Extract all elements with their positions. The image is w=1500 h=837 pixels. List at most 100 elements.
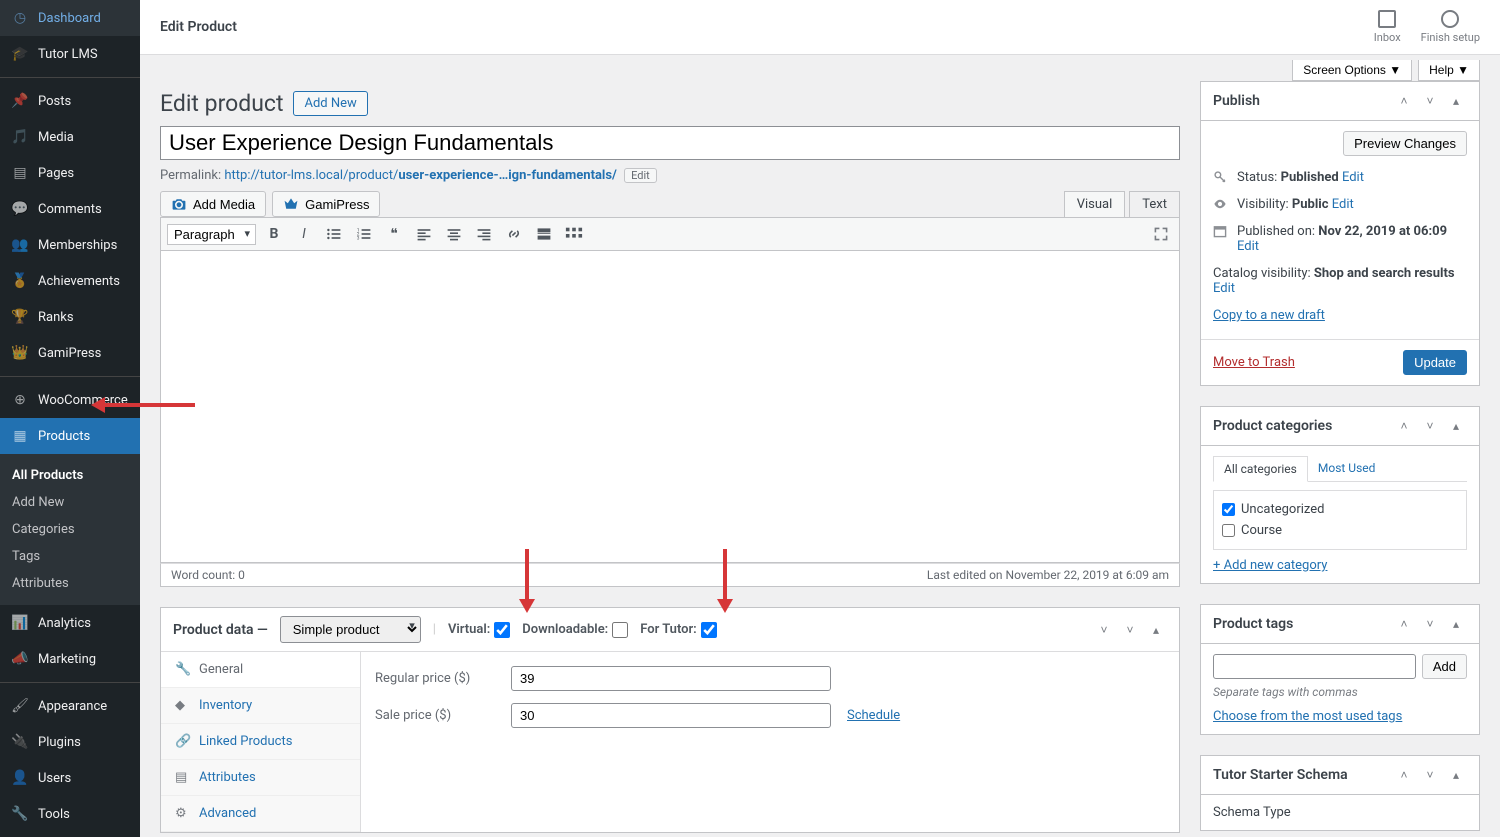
- add-new-button[interactable]: Add New: [293, 91, 367, 116]
- inbox-button[interactable]: Inbox: [1374, 10, 1401, 44]
- menu-item-tutor-lms[interactable]: 🎓Tutor LMS: [0, 36, 140, 72]
- copy-draft-link[interactable]: Copy to a new draft: [1213, 308, 1325, 323]
- add-media-button[interactable]: Add Media: [160, 191, 266, 217]
- gamipress-button[interactable]: GamiPress: [272, 191, 380, 217]
- submenu-item-all-products[interactable]: All Products: [0, 462, 140, 489]
- finish-setup-button[interactable]: Finish setup: [1421, 10, 1480, 44]
- virtual-checkbox[interactable]: [494, 622, 510, 638]
- move-up-button[interactable]: ˄: [1393, 613, 1415, 635]
- product-title-input[interactable]: [160, 126, 1180, 160]
- edit-catalog-link[interactable]: Edit: [1213, 281, 1235, 296]
- all-categories-tab[interactable]: All categories: [1213, 456, 1308, 482]
- category-checkbox[interactable]: [1222, 524, 1235, 537]
- content-editor[interactable]: [160, 251, 1180, 563]
- category-item[interactable]: Course: [1222, 520, 1458, 541]
- bullet-list-button[interactable]: [322, 222, 346, 246]
- general-tab[interactable]: 🔧General: [161, 652, 360, 688]
- choose-tags-link[interactable]: Choose from the most used tags: [1213, 709, 1402, 724]
- italic-button[interactable]: I: [292, 222, 316, 246]
- toggle-button[interactable]: ▴: [1445, 764, 1467, 786]
- tag-input[interactable]: [1213, 654, 1416, 679]
- menu-item-achievements[interactable]: 🏅Achievements: [0, 263, 140, 299]
- menu-item-analytics[interactable]: 📊Analytics: [0, 605, 140, 641]
- plugins-icon: 🔌: [10, 732, 30, 752]
- eye-icon: [1213, 197, 1229, 211]
- edit-status-link[interactable]: Edit: [1342, 170, 1364, 185]
- menu-item-products[interactable]: ▦Products: [0, 418, 140, 454]
- readmore-button[interactable]: [532, 222, 556, 246]
- move-down-button[interactable]: ˅: [1119, 619, 1141, 641]
- menu-item-appearance[interactable]: 🖌Appearance: [0, 688, 140, 724]
- schedule-link[interactable]: Schedule: [847, 708, 900, 723]
- menu-item-posts[interactable]: 📌Posts: [0, 83, 140, 119]
- advanced-tab[interactable]: ⚙Advanced: [161, 796, 360, 832]
- help-button[interactable]: Help ▼: [1418, 60, 1480, 81]
- category-checkbox[interactable]: [1222, 503, 1235, 516]
- menu-item-tools[interactable]: 🔧Tools: [0, 796, 140, 832]
- menu-item-pages[interactable]: ▤Pages: [0, 155, 140, 191]
- menu-item-gamipress[interactable]: 👑GamiPress: [0, 335, 140, 371]
- menu-item-dashboard[interactable]: ◷Dashboard: [0, 0, 140, 36]
- menu-item-plugins[interactable]: 🔌Plugins: [0, 724, 140, 760]
- submenu-item-categories[interactable]: Categories: [0, 516, 140, 543]
- move-down-button[interactable]: ˅: [1419, 90, 1441, 112]
- submenu-item-add-new[interactable]: Add New: [0, 489, 140, 516]
- toggle-button[interactable]: ▴: [1145, 619, 1167, 641]
- move-down-button[interactable]: ˅: [1419, 764, 1441, 786]
- format-select[interactable]: Paragraph: [167, 224, 256, 245]
- move-up-button[interactable]: ˄: [1393, 764, 1415, 786]
- numbered-list-button[interactable]: 123: [352, 222, 376, 246]
- toggle-button[interactable]: ▴: [1445, 613, 1467, 635]
- fullscreen-button[interactable]: [1149, 222, 1173, 246]
- toggle-button[interactable]: ▴: [1445, 90, 1467, 112]
- virtual-option[interactable]: Virtual:: [448, 622, 510, 638]
- menu-item-settings[interactable]: ⚙Settings: [0, 832, 140, 837]
- link-button[interactable]: [502, 222, 526, 246]
- toggle-button[interactable]: ▴: [1445, 415, 1467, 437]
- linked-products-tab[interactable]: 🔗Linked Products: [161, 724, 360, 760]
- add-tag-button[interactable]: Add: [1422, 654, 1467, 679]
- menu-item-woocommerce[interactable]: ⊕WooCommerce: [0, 382, 140, 418]
- move-down-button[interactable]: ˅: [1419, 415, 1441, 437]
- move-up-button[interactable]: ˄: [1393, 415, 1415, 437]
- add-category-link[interactable]: + Add new category: [1213, 558, 1327, 573]
- move-up-button[interactable]: ˅: [1093, 619, 1115, 641]
- preview-changes-button[interactable]: Preview Changes: [1343, 131, 1467, 156]
- attributes-tab[interactable]: ▤Attributes: [161, 760, 360, 796]
- align-right-button[interactable]: [472, 222, 496, 246]
- bold-button[interactable]: B: [262, 222, 286, 246]
- submenu-item-attributes[interactable]: Attributes: [0, 570, 140, 597]
- update-button[interactable]: Update: [1403, 350, 1467, 375]
- menu-item-comments[interactable]: 💬Comments: [0, 191, 140, 227]
- toolbar-toggle-button[interactable]: [562, 222, 586, 246]
- most-used-tab[interactable]: Most Used: [1308, 456, 1386, 481]
- for-tutor-checkbox[interactable]: [701, 622, 717, 638]
- sale-price-input[interactable]: [511, 703, 831, 728]
- edit-visibility-link[interactable]: Edit: [1332, 197, 1354, 212]
- align-left-button[interactable]: [412, 222, 436, 246]
- product-type-select[interactable]: Simple product: [280, 616, 421, 643]
- quote-button[interactable]: ❝: [382, 222, 406, 246]
- downloadable-checkbox[interactable]: [612, 622, 628, 638]
- inventory-tab[interactable]: ◆Inventory: [161, 688, 360, 724]
- regular-price-input[interactable]: [511, 666, 831, 691]
- menu-item-media[interactable]: 🎵Media: [0, 119, 140, 155]
- menu-item-users[interactable]: 👤Users: [0, 760, 140, 796]
- align-center-button[interactable]: [442, 222, 466, 246]
- edit-date-link[interactable]: Edit: [1237, 239, 1259, 254]
- text-tab[interactable]: Text: [1129, 191, 1180, 217]
- menu-item-marketing[interactable]: 📣Marketing: [0, 641, 140, 677]
- category-item[interactable]: Uncategorized: [1222, 499, 1458, 520]
- permalink-edit-button[interactable]: Edit: [624, 168, 657, 183]
- for-tutor-option[interactable]: For Tutor:: [640, 622, 717, 638]
- move-to-trash-link[interactable]: Move to Trash: [1213, 355, 1295, 370]
- menu-item-memberships[interactable]: 👥Memberships: [0, 227, 140, 263]
- downloadable-option[interactable]: Downloadable:: [522, 622, 628, 638]
- permalink-link[interactable]: http://tutor-lms.local/product/user-expe…: [224, 168, 617, 183]
- submenu-item-tags[interactable]: Tags: [0, 543, 140, 570]
- menu-item-ranks[interactable]: 🏆Ranks: [0, 299, 140, 335]
- move-up-button[interactable]: ˄: [1393, 90, 1415, 112]
- move-down-button[interactable]: ˅: [1419, 613, 1441, 635]
- visual-tab[interactable]: Visual: [1064, 191, 1126, 217]
- screen-options-button[interactable]: Screen Options ▼: [1292, 60, 1412, 81]
